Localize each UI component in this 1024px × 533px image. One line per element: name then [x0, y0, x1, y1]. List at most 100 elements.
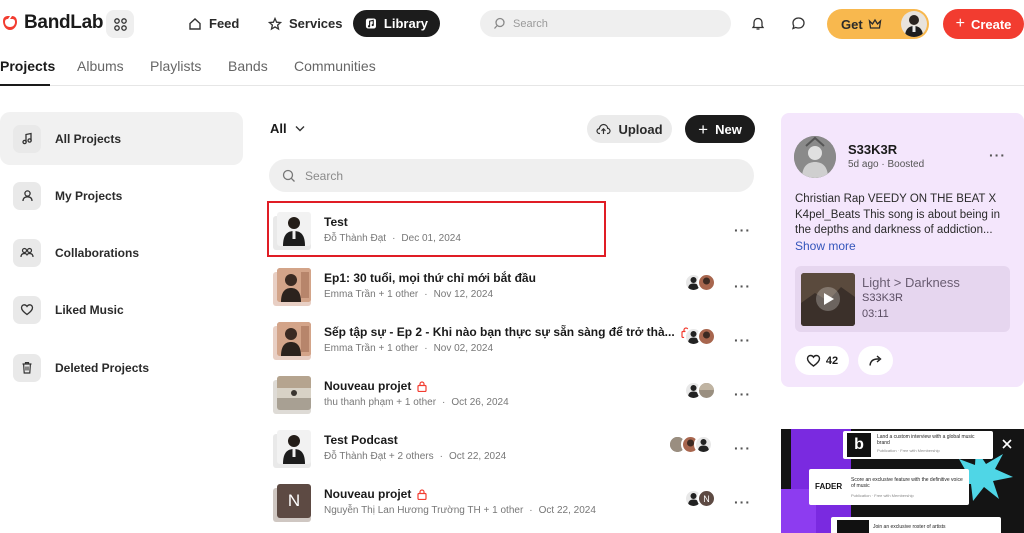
project-row[interactable]: Test Podcast Đỗ Thành Đạt + 2 others · Oct…	[269, 430, 755, 476]
nav-services[interactable]: Services	[256, 10, 355, 37]
promo-banner[interactable]: b Land a custom interview with a global …	[781, 429, 1024, 533]
project-row[interactable]: Sếp tập sự - Ep 2 - Khi nào bạn thực sự …	[269, 322, 755, 368]
promo-item: Join an exclusive roster of artists	[831, 517, 1001, 533]
user-avatar-image	[905, 15, 923, 37]
more-options-icon[interactable]: ···	[734, 222, 751, 238]
plus-icon: +	[955, 15, 965, 32]
project-thumbnail	[269, 268, 311, 310]
brand-name: BandLab	[24, 12, 104, 33]
tab-projects[interactable]: Projects	[0, 58, 55, 74]
search-icon	[282, 169, 295, 182]
post-subtitle: 5d ago · Boosted	[848, 159, 925, 170]
tab-playlists[interactable]: Playlists	[150, 58, 201, 74]
new-label: New	[715, 121, 742, 137]
project-row[interactable]: Ep1: 30 tuổi, mọi thứ chỉ mới bắt đầu Em…	[269, 268, 755, 314]
promo-line-3: Join an exclusive roster of artists	[873, 524, 946, 530]
sidebar-item-label: All Projects	[55, 131, 122, 146]
project-author: Đỗ Thành Đạt + 2 others	[324, 451, 434, 462]
share-arrow-icon	[869, 355, 882, 366]
project-date: Oct 22, 2024	[538, 505, 596, 516]
promo-line-2-sub: Publication · Free with Membership	[851, 493, 914, 498]
cloud-upload-icon	[596, 123, 612, 135]
sidebar-item-my-projects[interactable]: My Projects	[0, 169, 243, 222]
track-duration: 03:11	[862, 308, 889, 320]
post-text: Christian Rap VEEDY ON THE BEAT X K4pel_…	[795, 193, 1001, 236]
nav-feed[interactable]: Feed	[176, 10, 251, 37]
user-avatar[interactable]	[901, 11, 927, 37]
chevron-down-icon	[295, 126, 305, 132]
nav-services-label: Services	[289, 16, 343, 31]
post-user-name[interactable]: S33K3R	[848, 142, 897, 157]
billboard-logo: b	[847, 433, 871, 457]
project-title: Nouveau projet	[324, 487, 412, 501]
project-date: Oct 26, 2024	[451, 397, 509, 408]
project-row[interactable]: N Nouveau projet Nguyễn Thị Lan Hương Tr…	[269, 484, 755, 530]
project-thumb-letter: N	[287, 491, 301, 510]
track-artist: S33K3R	[862, 292, 903, 304]
sidebar-item-deleted-projects[interactable]: Deleted Projects	[0, 341, 243, 394]
sidebar-item-label: Collaborations	[55, 245, 140, 260]
close-icon[interactable]	[1001, 437, 1013, 455]
lock-icon	[417, 488, 427, 500]
get-membership-button[interactable]: Get	[827, 9, 929, 39]
more-options-icon[interactable]: ···	[734, 278, 751, 294]
filter-value: All	[270, 121, 287, 136]
new-project-button[interactable]: + New	[685, 115, 755, 143]
filter-dropdown[interactable]: All	[270, 121, 305, 136]
more-options-icon[interactable]: ···	[734, 332, 751, 348]
project-search-placeholder: Search	[305, 168, 344, 183]
project-thumbnail	[269, 322, 311, 364]
avatar	[697, 273, 716, 292]
plus-icon: +	[698, 119, 709, 139]
sidebar-item-label: Deleted Projects	[55, 360, 150, 375]
collaborator-avatars	[684, 273, 716, 292]
nav-library-label: Library	[383, 16, 428, 31]
avatar	[697, 327, 716, 346]
tab-communities[interactable]: Communities	[294, 58, 376, 74]
lock-icon	[417, 380, 427, 392]
nav-library[interactable]: Library	[353, 10, 440, 37]
project-author: Nguyễn Thị Lan Hương Trường TH + 1 other	[324, 505, 524, 516]
collaborator-avatars: N	[684, 489, 716, 508]
apps-button[interactable]	[106, 10, 134, 38]
global-search-placeholder: Search	[513, 17, 548, 30]
users-icon	[13, 238, 41, 267]
promo-line-1: Land a custom interview with a global mu…	[877, 434, 975, 446]
share-button[interactable]	[858, 346, 893, 375]
promo-item: FADER Score an exclusive feature with th…	[809, 469, 969, 505]
upload-button[interactable]: Upload	[587, 115, 672, 143]
get-label: Get	[841, 16, 863, 32]
bandlab-logo[interactable]: BandLab	[0, 12, 103, 34]
sidebar-item-all-projects[interactable]: All Projects	[0, 112, 243, 165]
notifications-button[interactable]	[748, 13, 768, 33]
sidebar-item-label: Liked Music	[55, 302, 124, 317]
avatar	[697, 381, 716, 400]
project-author: thu thanh phạm + 1 other	[324, 397, 437, 408]
project-author: Emma Trần + 1 other	[324, 289, 419, 300]
more-options-icon[interactable]: ···	[734, 386, 751, 402]
project-date: Nov 12, 2024	[433, 289, 494, 300]
sidebar-item-collaborations[interactable]: Collaborations	[0, 226, 243, 279]
messages-button[interactable]	[788, 13, 808, 33]
more-options-icon[interactable]: ···	[734, 440, 751, 456]
post-user-avatar[interactable]	[794, 136, 836, 178]
create-button[interactable]: + Create	[943, 9, 1024, 39]
project-title: Ep1: 30 tuổi, mọi thứ chỉ mới bắt đầu	[324, 271, 536, 285]
sidebar-item-label: My Projects	[55, 188, 123, 203]
collaborator-avatars	[668, 435, 713, 454]
tab-bands[interactable]: Bands	[228, 58, 268, 74]
project-search-input[interactable]: Search	[269, 159, 754, 192]
more-options-icon[interactable]: ···	[734, 494, 751, 510]
project-row[interactable]: Nouveau projet thu thanh phạm + 1 other ·…	[269, 376, 755, 422]
trash-icon	[13, 353, 41, 382]
like-count: 42	[825, 354, 839, 367]
track-card[interactable]: Light > Darkness S33K3R 03:11	[795, 266, 1010, 332]
like-button[interactable]: 42	[795, 346, 849, 375]
collaborator-avatars	[684, 327, 716, 346]
sidebar-item-liked-music[interactable]: Liked Music	[0, 283, 243, 336]
global-search-input[interactable]: Search	[480, 10, 731, 37]
show-more-link[interactable]: Show more	[795, 239, 856, 253]
post-more-options-icon[interactable]: ···	[989, 147, 1006, 163]
bell-icon	[751, 17, 765, 30]
tab-albums[interactable]: Albums	[77, 58, 124, 74]
